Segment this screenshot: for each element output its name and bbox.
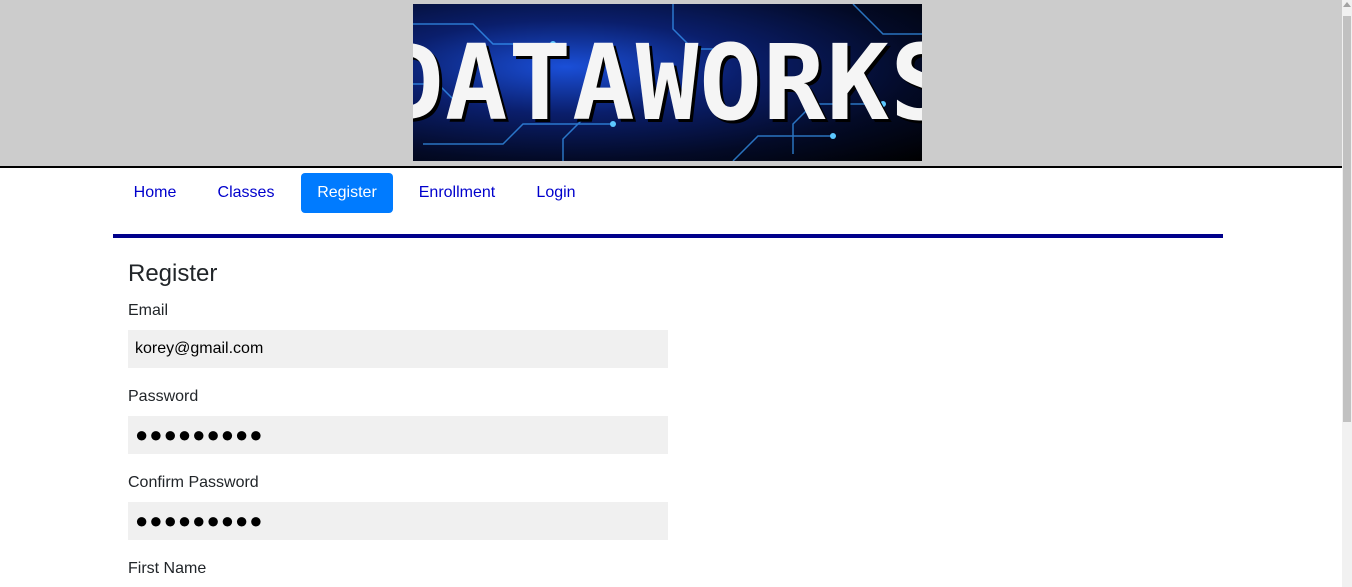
main-navigation: Home Classes Register Enrollment Login xyxy=(113,168,1223,238)
email-field[interactable]: korey@gmail.com xyxy=(128,330,668,368)
confirm-password-label: Confirm Password xyxy=(128,474,259,491)
nav-home[interactable]: Home xyxy=(118,173,192,213)
header-banner: DATAWORKS xyxy=(0,0,1342,168)
dataworks-logo[interactable]: DATAWORKS xyxy=(413,4,922,161)
email-label: Email xyxy=(128,302,169,319)
password-label: Password xyxy=(128,388,199,405)
scrollbar-thumb[interactable] xyxy=(1343,16,1351,422)
page-title: Register xyxy=(128,260,218,287)
nav-classes[interactable]: Classes xyxy=(203,173,289,213)
nav-enrollment[interactable]: Enrollment xyxy=(404,173,510,213)
logo-wordmark: DATAWORKS xyxy=(413,21,922,144)
nav-register[interactable]: Register xyxy=(301,173,393,213)
nav-login[interactable]: Login xyxy=(522,173,590,213)
first-name-label: First Name xyxy=(128,560,207,577)
confirm-password-field[interactable]: ●●●●●●●●● xyxy=(128,502,668,540)
scroll-up-arrow-icon[interactable] xyxy=(1343,2,1351,7)
password-field[interactable]: ●●●●●●●●● xyxy=(128,416,668,454)
vertical-scrollbar[interactable] xyxy=(1342,0,1352,587)
